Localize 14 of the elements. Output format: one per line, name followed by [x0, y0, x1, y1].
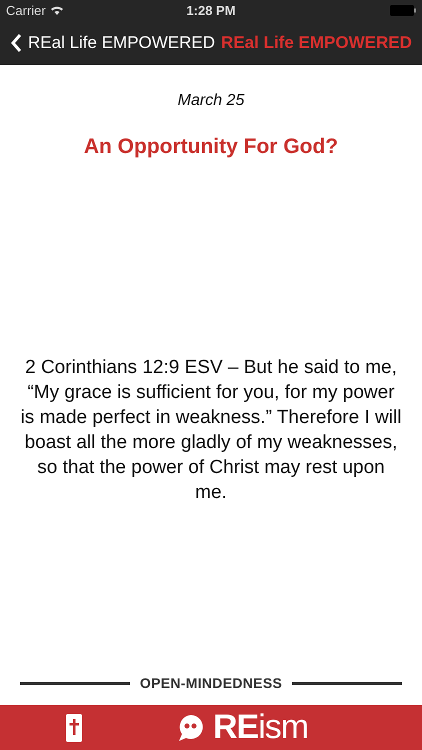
theme-label: OPEN-MINDEDNESS [140, 675, 282, 691]
wifi-icon [50, 5, 64, 15]
date-label: March 25 [178, 92, 244, 110]
chevron-left-icon [10, 32, 22, 52]
verse-text: 2 Corinthians 12:9 ESV – But he said to me, “My grace is sufficient for you, for my power is made perfect in weakness.” Therefore I will boast all the more gladly of my weaknesses, so that the power of Christ may rest upon me. [20, 356, 402, 505]
devotion-title: An Opportunity For God? [84, 135, 338, 159]
app-logo: REism [213, 708, 308, 747]
nav-title: REal Life EMPOWERED [221, 32, 412, 52]
back-button[interactable]: REal Life EMPOWERED [10, 32, 216, 52]
status-time: 1:28 PM [186, 2, 236, 18]
carrier-name: Carrier [6, 2, 46, 18]
bible-icon[interactable] [66, 714, 82, 742]
battery-icon [390, 4, 416, 16]
speech-bubble-icon [177, 714, 205, 742]
